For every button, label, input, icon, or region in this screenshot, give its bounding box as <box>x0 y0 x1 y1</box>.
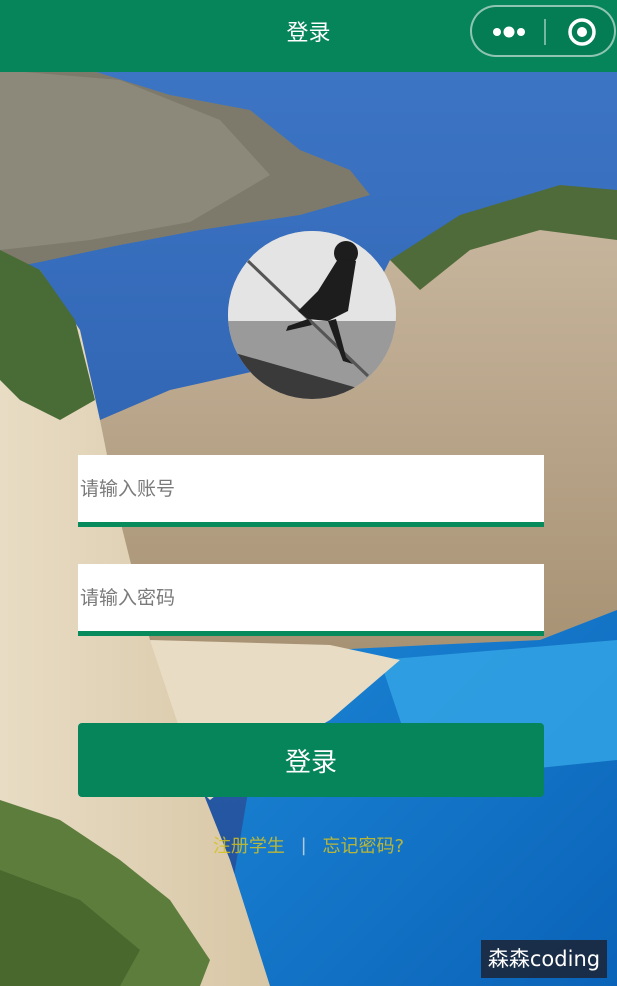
more-dots-icon[interactable] <box>482 15 536 49</box>
link-separator: | <box>300 834 307 856</box>
capsule-divider <box>544 19 546 45</box>
avatar-photo-icon <box>228 231 396 399</box>
login-page: 登录 请输入账号 登录 注册学生 | 忘记密码? 森森coding <box>0 0 617 986</box>
mini-program-capsule <box>470 5 616 57</box>
account-input[interactable] <box>78 455 544 522</box>
password-field <box>78 564 544 636</box>
register-link[interactable]: 注册学生 <box>213 832 285 858</box>
password-input[interactable] <box>78 564 544 631</box>
avatar <box>228 231 396 399</box>
forgot-password-link[interactable]: 忘记密码? <box>322 832 404 858</box>
account-field <box>78 455 544 527</box>
watermark: 森森coding <box>481 940 607 978</box>
target-close-icon[interactable] <box>560 15 604 49</box>
auth-links: 注册学生 | 忘记密码? <box>0 832 617 862</box>
navigation-bar: 登录 <box>0 0 617 72</box>
login-button[interactable]: 登录 <box>78 723 544 797</box>
